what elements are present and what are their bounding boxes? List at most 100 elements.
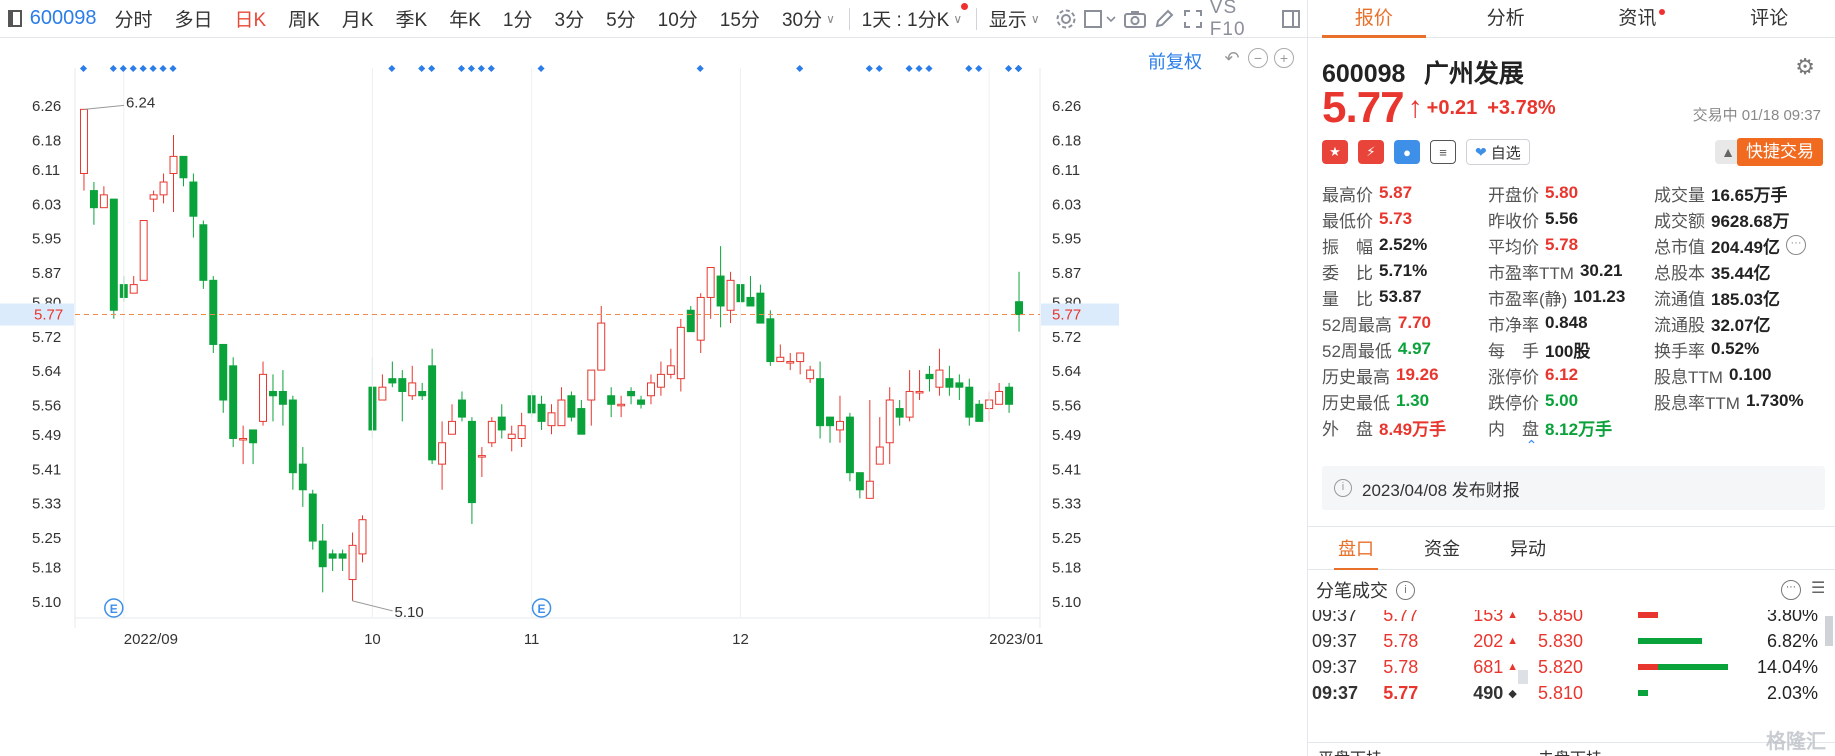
kline-chart-area[interactable]: 6.26 6.26 6.18 6.18 6.11 6.11 6.03 6.03 5.95 5.95… <box>0 38 1307 756</box>
period-tab[interactable]: 月K <box>342 5 374 32</box>
price-change-pct: +3.78% <box>1487 96 1556 119</box>
quote-value: 35.44亿 <box>1711 263 1771 283</box>
camera-icon[interactable] <box>1123 3 1148 35</box>
quote-field: 最高价 5.87 <box>1322 180 1488 206</box>
candle-body <box>995 390 1004 405</box>
current-price-label: 5.77 <box>34 307 63 324</box>
period-tab[interactable]: 季K <box>396 5 428 32</box>
collapse-caret-icon[interactable]: ⌃ <box>1308 438 1835 452</box>
trade-time: 09:37 <box>1312 682 1359 703</box>
list-icon[interactable]: ☰ <box>1811 580 1829 598</box>
kline-chart[interactable]: 6.26 6.26 6.18 6.18 6.11 6.11 6.03 6.03 5.95 5.95… <box>0 38 1307 756</box>
display-dropdown[interactable]: 显示 ∨ <box>989 5 1040 32</box>
candle-body <box>975 403 984 422</box>
ladder-bar-fill <box>1638 690 1648 696</box>
quote-label: 跌停价 <box>1488 393 1539 413</box>
candle-body <box>139 220 148 281</box>
y-tick-label-right: 5.10 <box>1052 594 1081 611</box>
ladder-bar <box>1638 690 1738 696</box>
gear-icon[interactable]: ⚙ <box>1795 54 1815 80</box>
period-tab[interactable]: 多日 <box>174 5 212 32</box>
menu-icon[interactable] <box>0 0 30 38</box>
trade-direction: ◆ <box>1508 687 1517 700</box>
period-tab[interactable]: 分时 <box>114 5 152 32</box>
vs-f10-button[interactable]: VS F10 <box>1210 0 1264 41</box>
lightning-icon[interactable]: ⚡ <box>1358 140 1384 164</box>
china-flag-icon[interactable]: ★ <box>1322 140 1348 164</box>
draw-box-icon[interactable] <box>1083 3 1119 35</box>
notification-dot <box>961 3 969 10</box>
ladder-scrollbar[interactable] <box>1825 616 1833 646</box>
display-label: 显示 <box>988 10 1027 31</box>
reset-icon[interactable]: ↶ <box>1222 48 1242 68</box>
zoom-out-icon[interactable]: − <box>1248 48 1268 68</box>
candle-body <box>885 399 894 444</box>
report-notice[interactable]: i 2023/04/08 发布财报 <box>1322 466 1825 510</box>
panel-tab[interactable]: 分析 <box>1440 0 1572 37</box>
marker-diamond <box>1014 64 1023 73</box>
candle-body <box>676 326 685 380</box>
y-tick-label-left: 5.18 <box>32 560 61 577</box>
settings-icon[interactable] <box>1054 3 1079 35</box>
candle-body <box>726 279 735 311</box>
marker-diamond <box>965 64 973 73</box>
tag-icon[interactable]: ● <box>1394 140 1420 164</box>
panel-tab[interactable]: 评论 <box>1703 0 1835 37</box>
badge-row: ★ ⚡ ● ≡ ❤ 自选 ▲ 快捷交易 <box>1308 132 1835 172</box>
quote-label: 委 比 <box>1322 263 1373 283</box>
candle-body <box>905 390 914 418</box>
fullscreen-icon[interactable] <box>1181 3 1206 35</box>
trades-scrollbar[interactable] <box>1518 670 1528 684</box>
y-tick-label-right: 5.18 <box>1052 560 1081 577</box>
marker-diamond <box>467 64 475 73</box>
panel-tab[interactable]: 资讯 <box>1572 0 1704 37</box>
quote-value: 0.100 <box>1728 365 1772 384</box>
candle-body <box>925 373 934 380</box>
stock-code-link[interactable]: 600098 <box>30 7 97 30</box>
chevron-down-icon: ∨ <box>1030 11 1040 26</box>
candle-body <box>268 390 277 397</box>
trade-time: 09:37 <box>1312 656 1358 677</box>
period-tab[interactable]: 年K <box>449 5 481 32</box>
sub-tab[interactable]: 盘口 <box>1320 527 1392 570</box>
period-tab[interactable]: 1分 <box>503 5 533 32</box>
side-panel-icon[interactable] <box>1278 3 1303 35</box>
last-price: 5.77 <box>1322 83 1405 132</box>
adjust-toggle[interactable]: 前复权 <box>1148 48 1202 74</box>
quote-field: 流通股 32.07亿 <box>1654 310 1835 336</box>
panel-tab[interactable]: 报价 <box>1308 0 1440 38</box>
period-tab[interactable]: 日K <box>234 5 266 32</box>
more-icon[interactable]: ⋯ <box>1781 580 1801 600</box>
info-icon[interactable]: i <box>1396 580 1415 600</box>
panel-tab-label: 评论 <box>1750 8 1789 29</box>
candle-body <box>706 267 715 298</box>
candle-body <box>99 194 108 209</box>
period-30-dropdown[interactable]: 30分 ∨ <box>782 5 835 32</box>
period-tab[interactable]: 3分 <box>555 5 585 32</box>
period-tab[interactable]: 周K <box>288 5 320 32</box>
candle-body <box>935 369 944 388</box>
quote-value: 204.49亿 <box>1711 237 1780 257</box>
period-tab[interactable]: 15分 <box>720 5 760 32</box>
period-tab[interactable]: 5分 <box>606 5 636 32</box>
pencil-icon[interactable] <box>1152 3 1177 35</box>
quote-value: 2.52% <box>1379 235 1428 254</box>
quote-value: 53.87 <box>1379 287 1422 306</box>
multi-day-dropdown[interactable]: 1天 : 1分K ∨ <box>862 3 969 32</box>
candle-body <box>696 296 705 341</box>
sub-tab[interactable]: 资金 <box>1406 527 1478 569</box>
add-watchlist-button[interactable]: ❤ 自选 <box>1466 139 1530 165</box>
more-icon[interactable]: ··· <box>1786 235 1806 255</box>
candle-body <box>766 318 775 363</box>
ladder-row: 5.820 14.04% <box>1538 654 1828 680</box>
trade-volume: 681 <box>1473 656 1504 677</box>
quote-value: 4.97 <box>1397 339 1432 358</box>
quick-trade-button[interactable]: 快捷交易 <box>1737 138 1823 166</box>
candle-body <box>477 455 486 458</box>
y-tick-label-right: 6.26 <box>1052 98 1081 115</box>
zoom-in-icon[interactable]: + <box>1274 48 1294 68</box>
period-tab[interactable]: 10分 <box>658 5 698 32</box>
document-icon[interactable]: ≡ <box>1430 140 1456 164</box>
candle-body <box>1015 301 1024 316</box>
sub-tab[interactable]: 异动 <box>1492 527 1564 569</box>
